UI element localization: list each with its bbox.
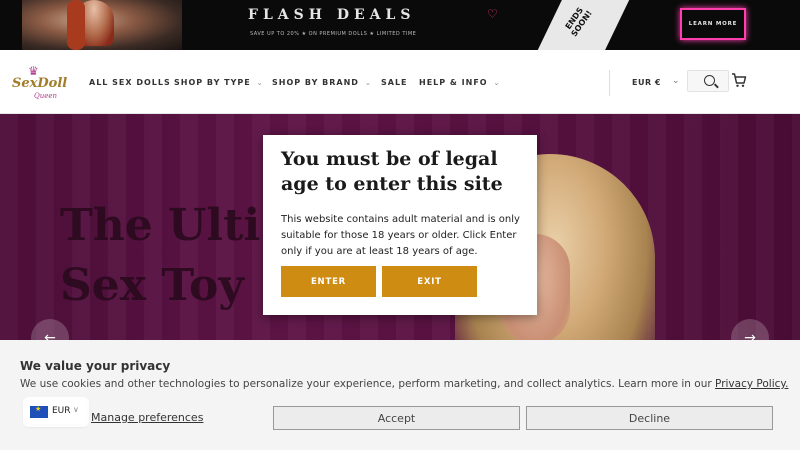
decline-button[interactable]: Decline — [526, 406, 773, 430]
header-divider — [609, 70, 610, 96]
chevron-down-icon: ⌄ — [364, 79, 372, 87]
promo-banner[interactable]: FLASH DEALS SAVE UP TO 20% ★ ON PREMIUM … — [0, 0, 800, 50]
currency-picker-label: EUR — [52, 406, 71, 416]
heart-icon: ♡ — [487, 7, 498, 21]
hero-title: The Ulti Sex Toy — [60, 200, 261, 311]
privacy-title: We value your privacy — [20, 359, 171, 373]
nav-all-sex-dolls[interactable]: ALL SEX DOLLS — [89, 78, 171, 87]
exit-button[interactable]: EXIT — [382, 266, 477, 297]
promo-title: FLASH DEALS — [248, 7, 416, 23]
logo-subtext: Queen — [34, 92, 58, 100]
nav-shop-by-brand[interactable]: SHOP BY BRAND ⌄ — [272, 78, 372, 87]
currency-selector[interactable]: EUR € — [632, 78, 661, 87]
chevron-down-icon: ∨ — [73, 405, 79, 414]
privacy-policy-link[interactable]: Privacy Policy. — [715, 378, 788, 390]
search-icon — [704, 75, 715, 86]
accept-button[interactable]: Accept — [273, 406, 520, 430]
nav-shop-by-type[interactable]: SHOP BY TYPE ⌄ — [174, 78, 264, 87]
age-modal-title: You must be of legal age to enter this s… — [281, 148, 503, 195]
promo-subtitle: SAVE UP TO 20% ★ ON PREMIUM DOLLS ★ LIMI… — [250, 31, 417, 37]
manage-preferences-link[interactable]: Manage preferences — [91, 411, 203, 424]
site-header: ♛ SexDoll Queen ALL SEX DOLLS SHOP BY TY… — [0, 50, 800, 114]
site-logo[interactable]: ♛ SexDoll Queen — [12, 62, 68, 104]
chevron-down-icon[interactable]: ⌄ — [672, 76, 680, 86]
learn-more-button[interactable]: LEARN MORE — [680, 8, 746, 40]
age-modal-body: This website contains adult material and… — [281, 214, 520, 257]
cart-icon[interactable] — [731, 72, 747, 88]
enter-button[interactable]: ENTER — [281, 266, 376, 297]
chevron-down-icon: ⌄ — [256, 79, 264, 87]
eu-flag-icon — [30, 405, 48, 418]
logo-text: SexDoll — [12, 76, 68, 91]
privacy-banner: We value your privacy We use cookies and… — [0, 340, 800, 450]
privacy-text: We use cookies and other technologies to… — [20, 378, 789, 390]
nav-sale[interactable]: SALE — [381, 78, 408, 87]
promo-image — [22, 0, 182, 50]
search-button[interactable] — [687, 70, 729, 92]
nav-help-info[interactable]: HELP & INFO ⌄ — [419, 78, 500, 87]
currency-picker[interactable]: EUR ∨ — [26, 400, 86, 424]
chevron-down-icon: ⌄ — [493, 79, 501, 87]
age-verification-modal: You must be of legal age to enter this s… — [263, 135, 537, 315]
